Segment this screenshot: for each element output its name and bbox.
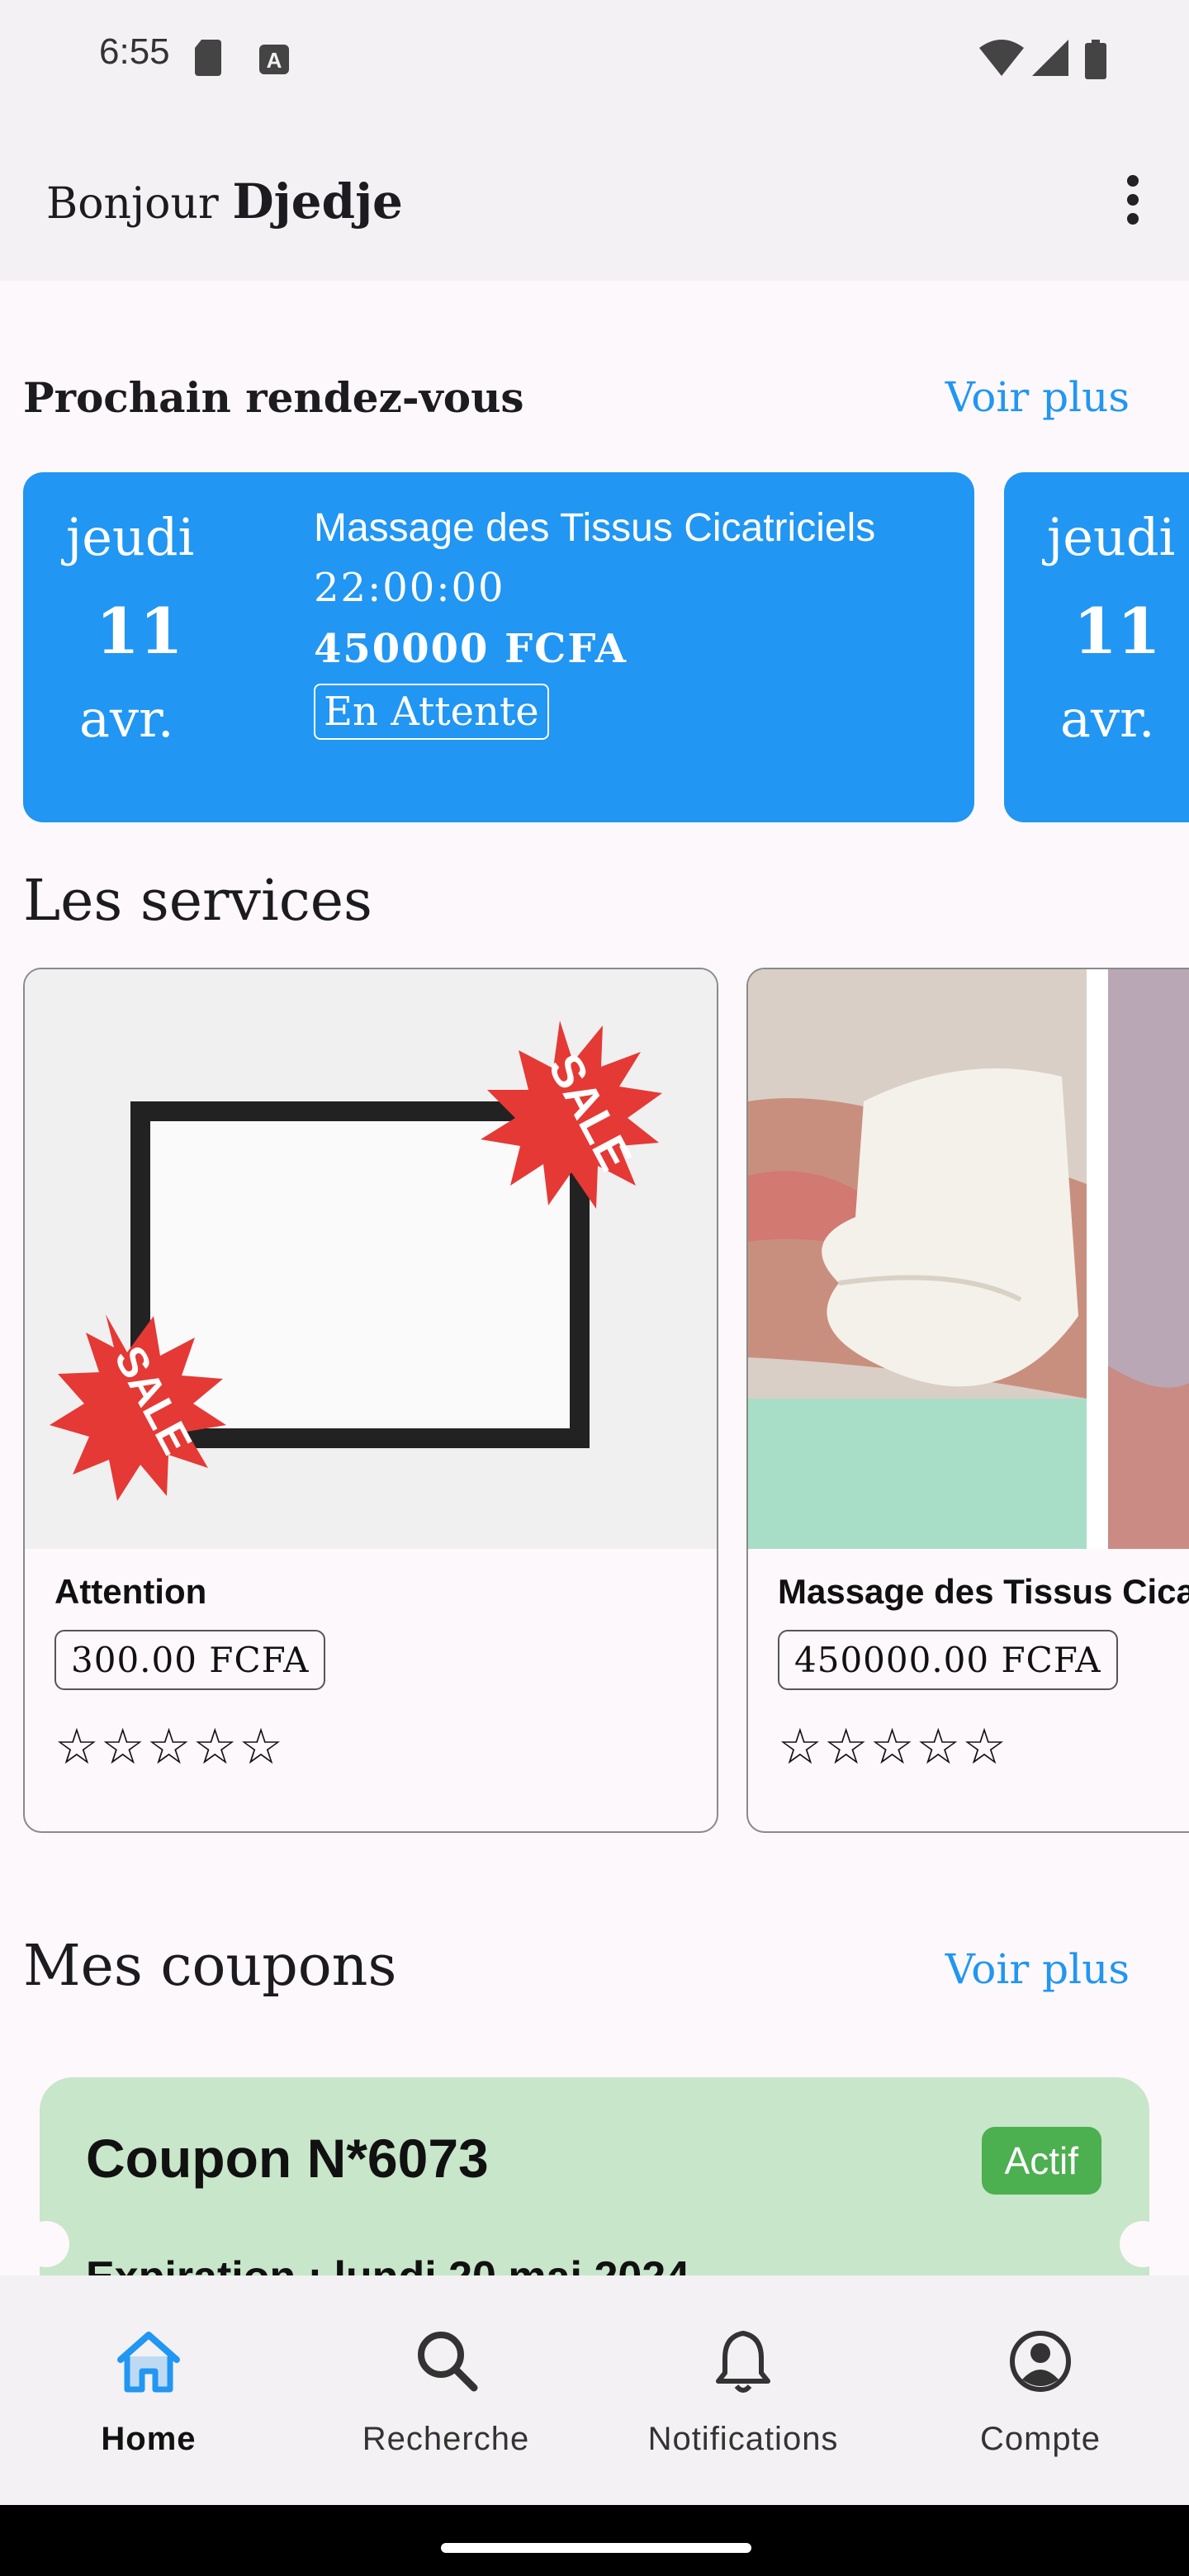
coupons-title: Mes coupons xyxy=(23,1934,397,1999)
sd-card-icon xyxy=(195,40,221,76)
cell-signal-icon xyxy=(1032,40,1068,76)
home-icon xyxy=(117,2332,180,2393)
battery-icon xyxy=(1085,40,1106,79)
nav-label-home: Home xyxy=(101,2421,197,2457)
system-navigation-bar xyxy=(0,2505,1189,2576)
nav-label-notifications: Notifications xyxy=(647,2421,839,2457)
appointment-month: avr. xyxy=(79,689,174,749)
coupons-see-more-link[interactable]: Voir plus xyxy=(945,1945,1130,1993)
appointment-day: jeudi xyxy=(1047,507,1176,567)
home-gesture-handle[interactable] xyxy=(441,2543,751,2553)
appointment-price: 450000 FCFA xyxy=(314,626,628,672)
nav-label-recherche: Recherche xyxy=(362,2421,530,2457)
appointment-time: 22:00:00 xyxy=(314,565,505,611)
service-card[interactable]: Massage des Tissus Cicatriciels 450000.0… xyxy=(746,968,1189,1833)
nav-item-recherche[interactable]: Recherche xyxy=(297,2275,594,2505)
user-name: Djedje xyxy=(232,173,403,230)
account-icon xyxy=(1010,2331,1071,2392)
coupon-notch xyxy=(1120,2221,1166,2267)
service-card[interactable]: SALE SALE Attention 300.00 FCFA ☆☆☆☆☆ xyxy=(23,968,718,1833)
wifi-icon xyxy=(979,40,1024,76)
appointments-see-more-link[interactable]: Voir plus xyxy=(945,373,1130,421)
bell-icon xyxy=(716,2331,770,2393)
service-price: 450000.00 FCFA xyxy=(778,1630,1118,1690)
greeting: Bonjour Djedje xyxy=(46,173,403,230)
appointment-status-badge: En Attente xyxy=(314,684,549,740)
keyboard-a-icon: A xyxy=(259,45,289,74)
service-image xyxy=(748,969,1189,1549)
nav-item-notifications[interactable]: Notifications xyxy=(594,2275,892,2505)
svg-text:A: A xyxy=(267,48,282,73)
appointment-day: jeudi xyxy=(66,507,195,567)
appointment-date: 11 xyxy=(96,594,183,668)
status-bar: 6:55 A xyxy=(0,0,1189,116)
service-price: 300.00 FCFA xyxy=(54,1630,326,1690)
service-name: Massage des Tissus Cicatriciels xyxy=(778,1572,1189,1611)
services-title: Les services xyxy=(23,869,372,934)
app-bar: Bonjour Djedje xyxy=(0,116,1189,281)
rating-stars: ☆☆☆☆☆ xyxy=(778,1719,1008,1774)
appointment-date: 11 xyxy=(1073,594,1161,668)
appointment-card[interactable]: jeudi 11 avr. Massage des Tissus Cicatri… xyxy=(23,472,974,822)
service-name: Attention xyxy=(54,1572,207,1611)
service-image: SALE SALE xyxy=(25,969,717,1549)
appointment-month: avr. xyxy=(1060,689,1155,749)
rating-stars: ☆☆☆☆☆ xyxy=(54,1719,285,1774)
appointment-card[interactable]: jeudi 11 avr. xyxy=(1004,472,1189,822)
bottom-navigation: Home Recherche Notifications Compte xyxy=(0,2275,1189,2505)
coupon-status-badge: Actif xyxy=(981,2127,1101,2195)
nav-label-compte: Compte xyxy=(979,2421,1101,2457)
greeting-text: Bonjour xyxy=(46,179,219,229)
coupon-notch xyxy=(23,2221,69,2267)
nav-item-compte[interactable]: Compte xyxy=(892,2275,1189,2505)
appointment-service: Massage des Tissus Cicatriciels xyxy=(314,506,876,550)
nav-item-home[interactable]: Home xyxy=(0,2275,297,2505)
coupon-title: Coupon N*6073 xyxy=(86,2128,489,2189)
status-time: 6:55 xyxy=(99,31,170,72)
search-icon xyxy=(418,2332,478,2392)
appointments-title: Prochain rendez-vous xyxy=(23,373,524,422)
more-options-icon[interactable] xyxy=(1125,175,1141,225)
